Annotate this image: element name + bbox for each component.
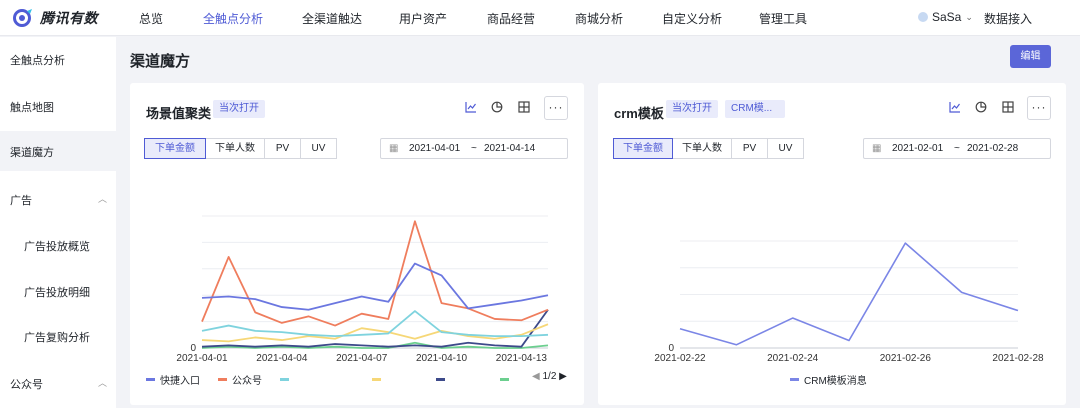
nav-overview[interactable]: 总览 bbox=[139, 10, 163, 27]
top-nav: 腾讯有数 总览 全触点分析 全渠道触达 用户资产 商品经营 商城分析 自定义分析… bbox=[0, 0, 1080, 36]
chart-card-crm: crm模板 当次打开 CRM模... ··· 下单金额 下单人数 PV UV ▦… bbox=[598, 83, 1066, 405]
legend-item[interactable] bbox=[280, 378, 294, 381]
more-icon[interactable]: ··· bbox=[1027, 96, 1051, 120]
series-line bbox=[201, 220, 549, 327]
pager-text: 1/2 bbox=[542, 371, 557, 382]
line-chart-scene: 02021-04-01 2021-04-04 2021-04-07 2021-04-1… bbox=[176, 215, 549, 363]
metric-segmented: 下单金额 下单人数 PV UV bbox=[144, 138, 337, 159]
nav-admin-tools[interactable]: 管理工具 bbox=[759, 10, 807, 27]
pie-chart-icon[interactable] bbox=[972, 100, 990, 118]
x-tick-label: 2021-04-13 bbox=[496, 353, 548, 363]
calendar-icon: ▦ bbox=[872, 143, 882, 154]
calendar-icon: ▦ bbox=[389, 143, 399, 154]
date-start: 2021-02-01 bbox=[892, 143, 944, 154]
x-tick-label: 2021-04-01 bbox=[176, 353, 228, 363]
sidebar-item-ad-overview[interactable]: 广告投放概览 bbox=[24, 238, 90, 254]
sidebar-item-ads[interactable]: 广告 bbox=[10, 192, 32, 208]
series-line bbox=[679, 242, 1019, 346]
sidebar-item-official-account[interactable]: 公众号 bbox=[10, 376, 43, 392]
x-tick-label: 2021-02-24 bbox=[767, 353, 819, 363]
legend-item[interactable] bbox=[500, 378, 514, 381]
chevron-down-icon: ⌄ bbox=[965, 11, 973, 22]
chart-legend: 快捷入口 公众号 bbox=[146, 372, 532, 387]
card-title: 场景值聚类 bbox=[146, 106, 212, 121]
date-end: 2021-04-14 bbox=[484, 143, 536, 154]
legend-label: 公众号 bbox=[232, 376, 262, 387]
metric-order-users[interactable]: 下单人数 bbox=[205, 138, 265, 159]
sidebar-item-ad-repurchase[interactable]: 广告复购分析 bbox=[24, 329, 90, 345]
x-tick-label: 2021-02-26 bbox=[880, 353, 932, 363]
metric-pv[interactable]: PV bbox=[264, 138, 301, 159]
legend-item[interactable] bbox=[372, 378, 386, 381]
template-tag[interactable]: CRM模... bbox=[725, 100, 785, 118]
chart-card-scene: 场景值聚类 当次打开 ··· 下单金额 下单人数 PV UV ▦ 2021-04… bbox=[130, 83, 584, 405]
nav-omnichannel-reach[interactable]: 全渠道触达 bbox=[302, 10, 362, 27]
sidebar-item-touchpoint-analysis[interactable]: 全触点分析 bbox=[10, 52, 65, 68]
logo-icon bbox=[12, 8, 34, 28]
sidebar-item-ad-details[interactable]: 广告投放明细 bbox=[24, 284, 90, 300]
x-tick-label: 2021-02-22 bbox=[654, 353, 706, 363]
chevron-up-icon[interactable]: ︿ bbox=[98, 376, 107, 389]
line-chart-icon[interactable] bbox=[946, 100, 964, 118]
x-tick-label: 2021-02-28 bbox=[992, 353, 1044, 363]
nav-mall-analysis[interactable]: 商城分析 bbox=[575, 10, 623, 27]
date-end: 2021-02-28 bbox=[967, 143, 1019, 154]
legend-label: CRM模板消息 bbox=[804, 376, 867, 387]
avatar bbox=[918, 12, 928, 22]
x-tick-label: 2021-04-10 bbox=[416, 353, 468, 363]
chevron-up-icon[interactable]: ︿ bbox=[98, 192, 107, 205]
x-tick-label: 2021-04-04 bbox=[256, 353, 308, 363]
metric-uv[interactable]: UV bbox=[767, 138, 804, 159]
metric-pv[interactable]: PV bbox=[731, 138, 768, 159]
metric-segmented: 下单金额 下单人数 PV UV bbox=[613, 138, 804, 159]
user-menu[interactable]: SaSa ⌄ bbox=[918, 10, 973, 24]
metric-order-amount[interactable]: 下单金额 bbox=[613, 138, 673, 159]
table-icon[interactable] bbox=[999, 100, 1017, 118]
pager-prev-icon[interactable]: ◀ bbox=[532, 371, 540, 382]
series-line bbox=[201, 310, 549, 338]
user-name: SaSa bbox=[932, 10, 962, 24]
sidebar-item-touchpoint-map[interactable]: 触点地图 bbox=[10, 99, 54, 115]
series-line bbox=[201, 323, 549, 343]
legend-item[interactable]: 公众号 bbox=[218, 372, 262, 387]
metric-uv[interactable]: UV bbox=[300, 138, 337, 159]
nav-product-ops[interactable]: 商品经营 bbox=[487, 10, 535, 27]
date-separator: ~ bbox=[471, 143, 477, 154]
legend-item[interactable] bbox=[436, 378, 450, 381]
app-logo[interactable]: 腾讯有数 bbox=[12, 8, 98, 28]
series-line bbox=[201, 309, 549, 348]
date-separator: ~ bbox=[954, 143, 960, 154]
nav-touchpoint-analysis[interactable]: 全触点分析 bbox=[203, 10, 263, 27]
page-title: 渠道魔方 bbox=[130, 53, 191, 70]
nav-custom-analysis[interactable]: 自定义分析 bbox=[662, 10, 722, 27]
x-tick-label: 2021-04-07 bbox=[336, 353, 388, 363]
chart-legend: CRM模板消息 bbox=[790, 372, 885, 387]
metric-order-amount[interactable]: 下单金额 bbox=[144, 138, 206, 159]
pager-next-icon[interactable]: ▶ bbox=[559, 371, 567, 382]
sidebar-item-channel-cube[interactable]: 渠道魔方 bbox=[10, 144, 54, 160]
date-start: 2021-04-01 bbox=[409, 143, 461, 154]
series-line bbox=[201, 262, 549, 311]
pie-chart-icon[interactable] bbox=[488, 100, 506, 118]
sidebar: 全触点分析 触点地图 渠道魔方 广告 ︿ 广告投放概览 广告投放明细 广告复购分… bbox=[0, 37, 116, 408]
date-range-picker[interactable]: ▦ 2021-02-01 ~ 2021-02-28 bbox=[863, 138, 1051, 159]
filter-tag[interactable]: 当次打开 bbox=[666, 100, 718, 118]
legend-label: 快捷入口 bbox=[160, 376, 200, 387]
metric-order-users[interactable]: 下单人数 bbox=[672, 138, 732, 159]
line-chart-crm: 02021-02-22 2021-02-24 2021-02-26 2021-02-2… bbox=[654, 240, 1044, 363]
legend-item[interactable]: 快捷入口 bbox=[146, 372, 200, 387]
app-name: 腾讯有数 bbox=[40, 10, 98, 26]
legend-pager: ◀ 1/2 ▶ bbox=[532, 371, 567, 382]
date-range-picker[interactable]: ▦ 2021-04-01 ~ 2021-04-14 bbox=[380, 138, 568, 159]
edit-button[interactable]: 编辑 bbox=[1010, 45, 1051, 68]
legend-item[interactable]: CRM模板消息 bbox=[790, 372, 867, 387]
filter-tag[interactable]: 当次打开 bbox=[213, 100, 265, 118]
card-title: crm模板 bbox=[614, 106, 664, 121]
more-icon[interactable]: ··· bbox=[544, 96, 568, 120]
data-connect-link[interactable]: 数据接入 bbox=[984, 10, 1032, 27]
nav-user-assets[interactable]: 用户资产 bbox=[399, 10, 447, 27]
line-chart-icon[interactable] bbox=[462, 100, 480, 118]
table-icon[interactable] bbox=[515, 100, 533, 118]
